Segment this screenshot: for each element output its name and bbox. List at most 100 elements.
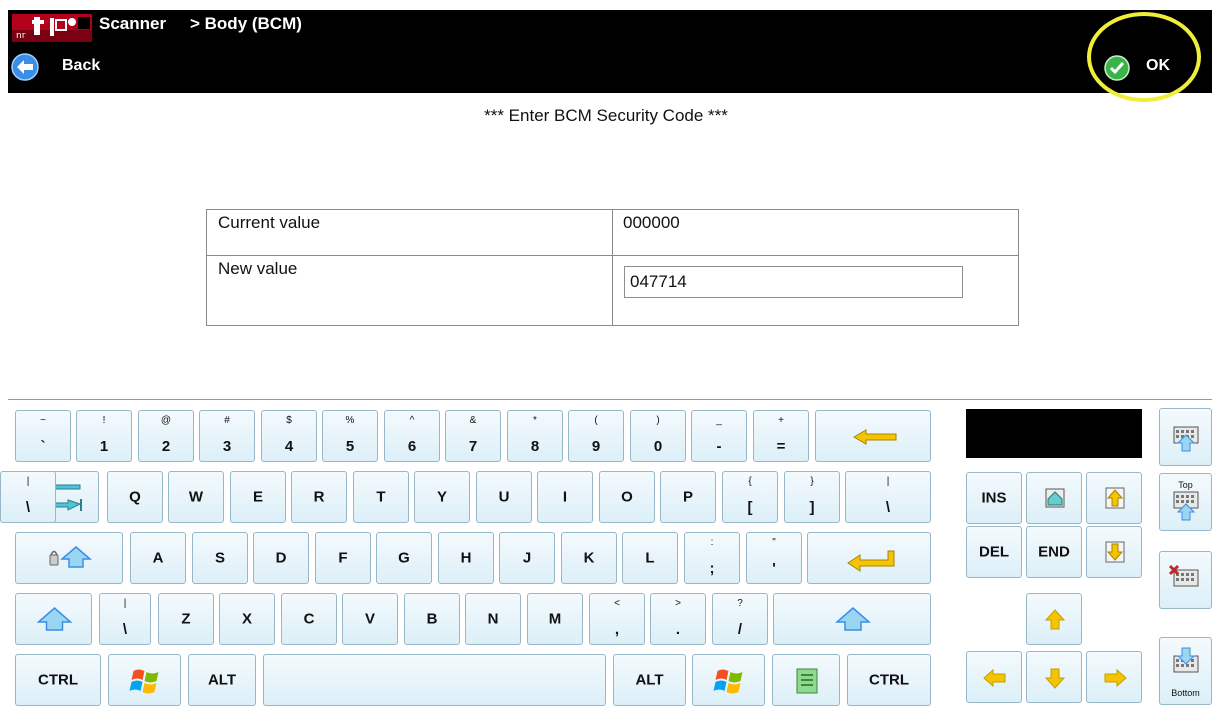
key-label: H xyxy=(460,549,472,567)
key-z[interactable]: Z xyxy=(158,593,214,645)
page-down-icon xyxy=(1087,527,1141,577)
bottom-label: Bottom xyxy=(1171,688,1200,698)
backspace-key[interactable] xyxy=(815,410,931,462)
key-label: S xyxy=(214,549,225,567)
key-comma[interactable]: <, xyxy=(589,593,645,645)
current-value-label: Current value xyxy=(218,213,321,232)
key-x[interactable]: X xyxy=(219,593,275,645)
right-shift-key[interactable] xyxy=(773,593,931,645)
key-close-bracket[interactable]: | \ xyxy=(0,471,56,523)
key-semicolon[interactable]: :; xyxy=(684,532,740,584)
key-h[interactable]: H xyxy=(438,532,494,584)
key-k[interactable]: K xyxy=(561,532,617,584)
page-up-key[interactable] xyxy=(1086,472,1142,524)
key-y[interactable]: Y xyxy=(414,471,470,523)
key-label: . xyxy=(675,621,681,638)
key-backtick[interactable]: ~ ` xyxy=(15,410,71,462)
key-shift-label: } xyxy=(810,476,814,487)
key-period[interactable]: >. xyxy=(650,593,706,645)
key-label: ; xyxy=(709,560,715,577)
close-keyboard-button[interactable] xyxy=(1159,551,1212,609)
key-o[interactable]: O xyxy=(599,471,655,523)
right-windows-key[interactable] xyxy=(692,654,765,706)
keyboard-up-icon xyxy=(1160,409,1211,465)
key-backslash[interactable]: | \ xyxy=(845,471,931,523)
key-b[interactable]: B xyxy=(404,593,460,645)
windows-logo-icon xyxy=(693,655,764,705)
key-6[interactable]: ^ 6 xyxy=(384,410,440,462)
key-d[interactable]: D xyxy=(253,532,309,584)
key-open-bracket[interactable]: {[ xyxy=(722,471,778,523)
key-label: INS xyxy=(981,489,1007,507)
key-n[interactable]: N xyxy=(465,593,521,645)
key-l[interactable]: L xyxy=(622,532,678,584)
key-v[interactable]: V xyxy=(342,593,398,645)
key-slash[interactable]: ? / xyxy=(712,593,768,645)
key-4[interactable]: $4 xyxy=(261,410,317,462)
caps-lock-key[interactable] xyxy=(15,532,123,584)
key-9[interactable]: (9 xyxy=(568,410,624,462)
key-u[interactable]: U xyxy=(476,471,532,523)
app-title: Scanner xyxy=(99,14,167,33)
left-alt-key[interactable]: ALT xyxy=(188,654,256,706)
key-8[interactable]: * 8 xyxy=(507,410,563,462)
key-1[interactable]: ! 1 xyxy=(76,410,132,462)
key-label: 6 xyxy=(407,438,417,455)
key-p[interactable]: P xyxy=(660,471,716,523)
key-0[interactable]: ) 0 xyxy=(630,410,686,462)
key-f[interactable]: F xyxy=(315,532,371,584)
key-shift-label: # xyxy=(224,415,230,426)
right-alt-key[interactable]: ALT xyxy=(613,654,686,706)
key-shift-label: ( xyxy=(594,415,598,426)
key-2[interactable]: @2 xyxy=(138,410,194,462)
key-m[interactable]: M xyxy=(527,593,583,645)
key-c[interactable]: C xyxy=(281,593,337,645)
key-g[interactable]: G xyxy=(376,532,432,584)
new-value-input[interactable] xyxy=(624,266,963,298)
arrow-up-key[interactable] xyxy=(1026,593,1082,645)
left-shift-key[interactable] xyxy=(15,593,92,645)
ins-key[interactable]: INS xyxy=(966,472,1022,524)
keyboard-bottom-button[interactable]: Bottom xyxy=(1159,637,1212,705)
app-logo-icon: nr xyxy=(12,14,92,42)
key-=[interactable]: + = xyxy=(753,410,809,462)
key-e[interactable]: E xyxy=(230,471,286,523)
key-shift-label: { xyxy=(748,476,752,487)
right-ctrl-key[interactable]: CTRL xyxy=(847,654,931,706)
key-label: [ xyxy=(747,499,753,516)
key-3[interactable]: #3 xyxy=(199,410,255,462)
keyboard-display xyxy=(966,409,1142,458)
key-i[interactable]: I xyxy=(537,471,593,523)
key-j[interactable]: J xyxy=(499,532,555,584)
key-q[interactable]: Q xyxy=(107,471,163,523)
keyboard-move-up-button[interactable] xyxy=(1159,408,1212,466)
arrow-right-key[interactable] xyxy=(1086,651,1142,703)
key-t[interactable]: T xyxy=(353,471,409,523)
key-quote[interactable]: " ' xyxy=(746,532,802,584)
left-windows-key[interactable] xyxy=(108,654,181,706)
back-button[interactable]: Back xyxy=(8,50,118,86)
key-shift-label: + xyxy=(778,415,784,426)
key-a[interactable]: A xyxy=(130,532,186,584)
enter-key[interactable] xyxy=(807,532,931,584)
key-pipe[interactable]: | \ xyxy=(99,593,151,645)
key--[interactable]: _ - xyxy=(691,410,747,462)
arrow-left-key[interactable] xyxy=(966,651,1022,703)
ok-button[interactable]: OK xyxy=(1098,50,1208,86)
end-key[interactable]: END xyxy=(1026,526,1082,578)
key-s[interactable]: S xyxy=(192,532,248,584)
key-w[interactable]: W xyxy=(168,471,224,523)
home-key[interactable] xyxy=(1026,472,1082,524)
page-down-key[interactable] xyxy=(1086,526,1142,578)
keyboard-top-button[interactable]: Top xyxy=(1159,473,1212,531)
del-key[interactable]: DEL xyxy=(966,526,1022,578)
key-r[interactable]: R xyxy=(291,471,347,523)
arrow-down-key[interactable] xyxy=(1026,651,1082,703)
close-keyboard-icon xyxy=(1160,552,1211,608)
key-7[interactable]: & 7 xyxy=(445,410,501,462)
space-key[interactable] xyxy=(263,654,606,706)
menu-key[interactable] xyxy=(772,654,840,706)
key-5[interactable]: % 5 xyxy=(322,410,378,462)
key-close-bracket[interactable]: }] xyxy=(784,471,840,523)
left-ctrl-key[interactable]: CTRL xyxy=(15,654,101,706)
